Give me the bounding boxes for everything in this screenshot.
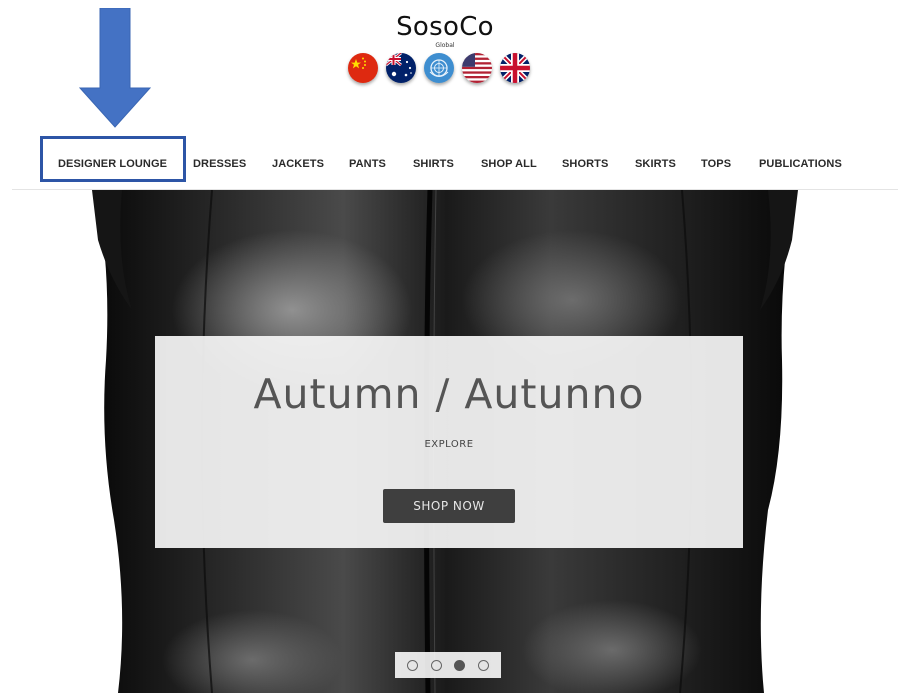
annotation-highlight-box xyxy=(40,136,186,182)
carousel-dot-4[interactable] xyxy=(477,659,489,671)
carousel-dot-3[interactable] xyxy=(454,659,466,671)
carousel-dot-1[interactable] xyxy=(407,659,419,671)
un-flag-icon[interactable] xyxy=(424,53,454,83)
nav-item-shorts[interactable]: SHORTS xyxy=(562,158,608,170)
nav-item-pants[interactable]: PANTS xyxy=(349,158,386,170)
nav-item-publications[interactable]: PUBLICATIONS xyxy=(759,158,842,170)
shop-now-button[interactable]: SHOP NOW xyxy=(383,489,515,523)
hero-banner: Autumn / Autunno EXPLORE SHOP NOW xyxy=(155,336,743,548)
nav-item-jackets[interactable]: JACKETS xyxy=(272,158,324,170)
hero-explore-link[interactable]: EXPLORE xyxy=(155,439,743,450)
annotation-arrow-icon xyxy=(78,7,152,133)
carousel-dot-2[interactable] xyxy=(430,659,442,671)
hero-title: Autumn / Autunno xyxy=(253,370,645,418)
carousel-pagination xyxy=(395,652,501,678)
nav-item-tops[interactable]: TOPS xyxy=(701,158,731,170)
uk-flag-icon[interactable] xyxy=(500,53,530,83)
nav-item-skirts[interactable]: SKIRTS xyxy=(635,158,676,170)
china-flag-icon[interactable] xyxy=(348,53,378,83)
australia-flag-icon[interactable] xyxy=(386,53,416,83)
nav-item-shop-all[interactable]: SHOP ALL xyxy=(481,158,537,170)
region-selector xyxy=(348,53,530,83)
nav-item-shirts[interactable]: SHIRTS xyxy=(413,158,454,170)
usa-flag-icon[interactable] xyxy=(462,53,492,83)
nav-item-dresses[interactable]: DRESSES xyxy=(193,158,246,170)
